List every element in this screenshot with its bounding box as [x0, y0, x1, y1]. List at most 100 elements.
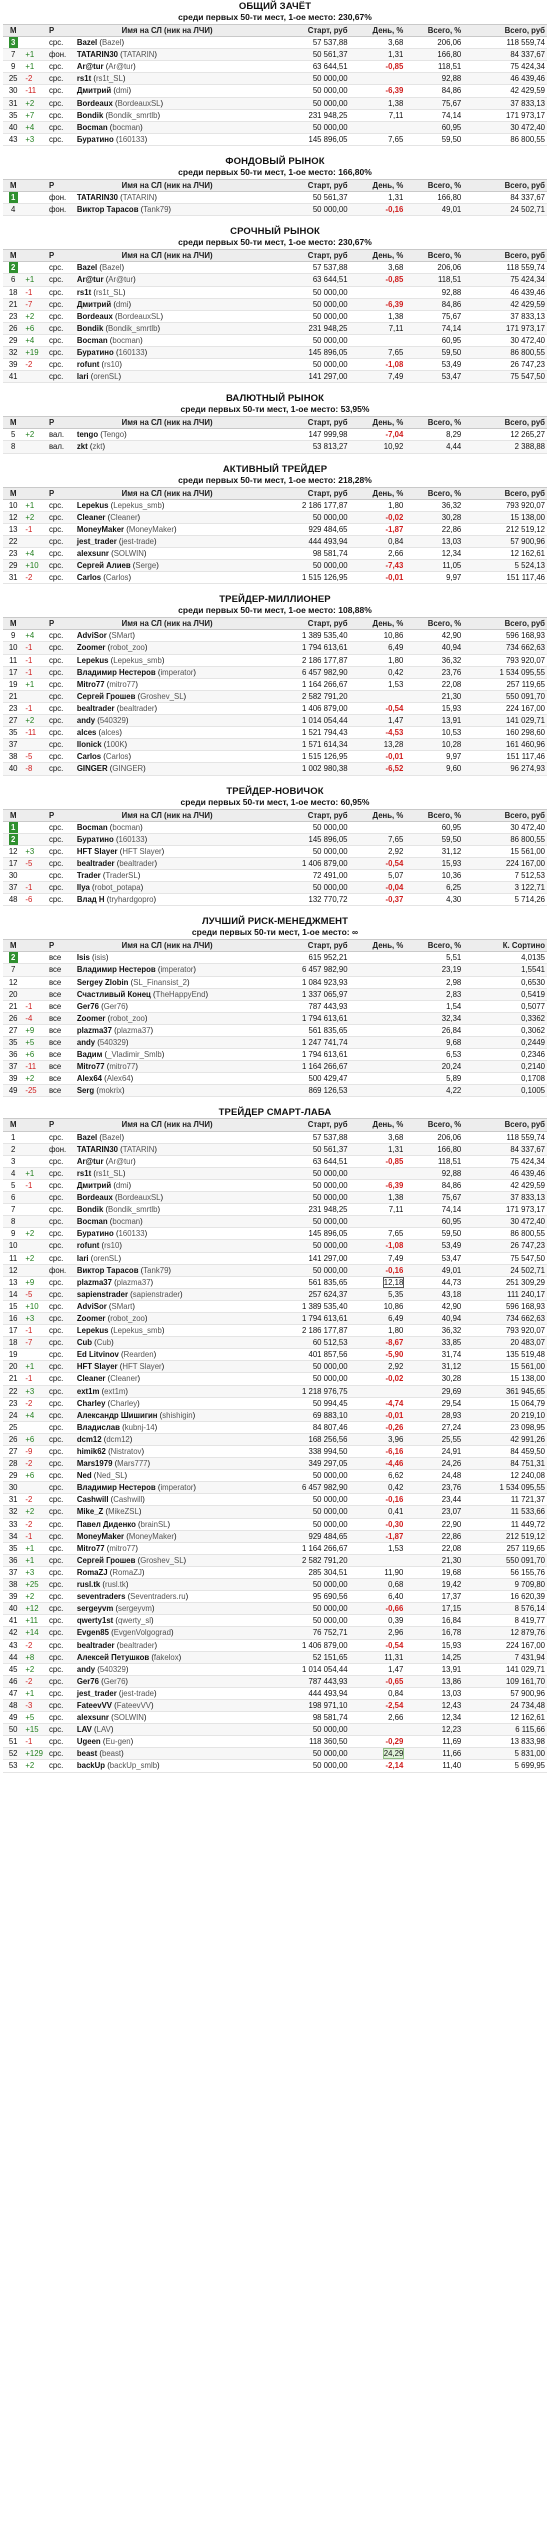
table-row[interactable]: 35 +7 срс. Bondik (Bondik_smrtlb) 231 948,25…	[3, 109, 547, 122]
participant-name[interactable]: Evgen85 (EvgenVolgograd)	[74, 1626, 260, 1640]
participant-name[interactable]: himik62 (Nistratov)	[74, 1445, 260, 1459]
participant-name[interactable]: Charley (Charley)	[74, 1397, 260, 1410]
table-row[interactable]: 23 +4 срс. alexsunr (SOLWIN) 98 581,74 2,66 12…	[3, 547, 547, 561]
participant-sl-name[interactable]: Lepekus	[77, 656, 109, 665]
table-row[interactable]: 19 +1 срс. Mitro77 (mitro77) 1 164 266,67 1,5…	[3, 678, 547, 691]
participant-sl-name[interactable]: Sergey Zlobin	[77, 978, 129, 987]
participant-name[interactable]: Bazel (Bazel)	[74, 261, 260, 275]
table-row[interactable]: 26 -4 все Zoomer (robot_zoo) 1 794 613,61 32,…	[3, 1012, 547, 1025]
table-row[interactable]: 27 -9 срс. himik62 (Nistratov) 338 994,50 -6,…	[3, 1445, 547, 1459]
table-row[interactable]: 43 +3 срс. Буратино (160133) 145 896,05 7,65 5…	[3, 133, 547, 146]
participant-sl-name[interactable]: andy	[77, 716, 95, 725]
participant-sl-name[interactable]: plazma37	[77, 1278, 112, 1287]
table-row[interactable]: 18 -1 срс. rs1t (rs1t_SL) 50 000,00 92,88 46 4…	[3, 286, 547, 299]
table-row[interactable]: 49 -25 все Serg (mokrix) 869 126,53 4,22 0,100…	[3, 1084, 547, 1098]
participant-name[interactable]: Ed Litvinov (Rearden)	[74, 1348, 260, 1362]
table-row[interactable]: 12 фон. Виктор Тарасов (Tank79) 50 000,00 -0…	[3, 1264, 547, 1277]
table-row[interactable]: 52 +129 срс. beast (beast) 50 000,00 24,29 11,…	[3, 1747, 547, 1761]
table-row[interactable]: 17 -5 срс. bealtrader (bealtrader) 1 406 879…	[3, 857, 547, 870]
table-row[interactable]: 32 +19 срс. Буратино (160133) 145 896,05 7,65…	[3, 346, 547, 360]
table-row[interactable]: 9 +2 срс. Буратино (160133) 145 896,05 7,65 59…	[3, 1227, 547, 1241]
participant-name[interactable]: plazma37 (plazma37)	[74, 1276, 260, 1289]
participant-sl-name[interactable]: Bocman	[77, 123, 108, 132]
table-row[interactable]: 51 -1 срс. Ugeen (Eu-gen) 118 360,50 -0,29 11,…	[3, 1735, 547, 1749]
table-row[interactable]: 23 -2 срс. Charley (Charley) 50 994,45 -4,74 2…	[3, 1397, 547, 1410]
table-row[interactable]: 9 +1 срс. Ar@tur (Ar@tur) 63 644,51 -0,85 118,…	[3, 60, 547, 74]
table-row[interactable]: 29 +4 срс. Bocman (bocman) 50 000,00 60,95 30 …	[3, 334, 547, 347]
participant-sl-name[interactable]: bealtrader	[77, 859, 115, 868]
participant-sl-name[interactable]: Буратино	[77, 1229, 114, 1238]
participant-sl-name[interactable]: FateevVV	[77, 1701, 112, 1710]
participant-sl-name[interactable]: Mitro77	[77, 1544, 105, 1553]
table-row[interactable]: 8 срс. Bocman (bocman) 50 000,00 60,95 30 472…	[3, 1215, 547, 1229]
participant-name[interactable]: Ned (Ned_SL)	[74, 1469, 260, 1483]
participant-sl-name[interactable]: Bazel	[77, 1133, 97, 1142]
participant-name[interactable]: Bordeaux (BordeauxSL)	[74, 310, 260, 323]
participant-sl-name[interactable]: Mike_Z	[77, 1507, 103, 1516]
participant-sl-name[interactable]: LAV	[77, 1725, 92, 1734]
table-row[interactable]: 21 -1 все Ger76 (Ger76) 787 443,93 1,54 0,5077	[3, 1000, 547, 1013]
table-row[interactable]: 3 срс. Ar@tur (Ar@tur) 63 644,51 -0,85 118,51…	[3, 1155, 547, 1168]
participant-sl-name[interactable]: AdviSor	[77, 1302, 107, 1311]
participant-sl-name[interactable]: dcm12	[77, 1435, 102, 1444]
table-row[interactable]: 1 срс. Bocman (bocman) 50 000,00 60,95 30 472…	[3, 821, 547, 834]
participant-sl-name[interactable]: plazma37	[77, 1026, 112, 1035]
participant-sl-name[interactable]: Виктор Тарасов	[77, 1266, 139, 1275]
participant-name[interactable]: Bocman (bocman)	[74, 121, 260, 134]
participant-name[interactable]: Trader (TraderSL)	[74, 869, 260, 883]
participant-name[interactable]: Буратино (160133)	[74, 1227, 260, 1241]
table-row[interactable]: 47 +1 срс. jest_trader (jest-trade) 444 493,…	[3, 1687, 547, 1700]
participant-sl-name[interactable]: Дмитрий	[77, 300, 111, 309]
participant-sl-name[interactable]: Алексей Петушков	[77, 1653, 149, 1662]
table-row[interactable]: 26 +6 срс. Bondik (Bondik_smrtlb) 231 948,25…	[3, 322, 547, 335]
table-row[interactable]: 46 -2 срс. Ger76 (Ger76) 787 443,93 -0,65 13,8…	[3, 1675, 547, 1688]
participant-name[interactable]: MoneyMaker (MoneyMaker)	[74, 1530, 260, 1543]
table-row[interactable]: 37 +3 срс. RomaZJ (RomaZJ) 285 304,51 11,90 19…	[3, 1566, 547, 1580]
participant-sl-name[interactable]: HFT Slayer	[77, 847, 118, 856]
participant-name[interactable]: Cleaner (Cleaner)	[74, 511, 260, 524]
table-row[interactable]: 4 фон. Виктор Тарасов (Tank79) 50 000,00 -0,…	[3, 203, 547, 217]
table-row[interactable]: 40 +12 срс. sergeyvm (sergeyvm) 50 000,00 -0,…	[3, 1602, 547, 1616]
participant-sl-name[interactable]: HFT Slayer	[77, 1362, 118, 1371]
participant-sl-name[interactable]: Буратино	[77, 348, 114, 357]
participant-name[interactable]: MoneyMaker (MoneyMaker)	[74, 523, 260, 536]
participant-sl-name[interactable]: bealtrader	[77, 1641, 115, 1650]
participant-sl-name[interactable]: Mitro77	[77, 680, 105, 689]
participant-name[interactable]: Ugeen (Eu-gen)	[74, 1735, 260, 1749]
participant-name[interactable]: Ger76 (Ger76)	[74, 1675, 260, 1688]
participant-name[interactable]: Влад Н (tryhardgopro)	[74, 893, 260, 907]
participant-name[interactable]: Mitro77 (mitro77)	[74, 678, 260, 691]
participant-name[interactable]: Павел Диденко (brainSL)	[74, 1518, 260, 1531]
participant-sl-name[interactable]: AdviSor	[77, 631, 107, 640]
participant-sl-name[interactable]: Mitro77	[77, 1062, 105, 1071]
table-row[interactable]: 25 срс. Владислав (kubnj-14) 84 807,46 -0,26…	[3, 1421, 547, 1434]
table-row[interactable]: 42 +14 срс. Evgen85 (EvgenVolgograd) 76 752,…	[3, 1626, 547, 1640]
table-row[interactable]: 13 -1 срс. MoneyMaker (MoneyMaker) 929 484,6…	[3, 523, 547, 536]
participant-name[interactable]: Bazel (Bazel)	[74, 1131, 260, 1144]
participant-sl-name[interactable]: Вадим	[77, 1050, 102, 1059]
table-row[interactable]: 35 +5 все andy (540329) 1 247 741,74 9,68 0,24…	[3, 1036, 547, 1050]
table-row[interactable]: 17 -1 срс. Владимир Нестеров (imperator) 6 4…	[3, 666, 547, 679]
table-row[interactable]: 9 +4 срс. AdviSor (SMart) 1 389 535,40 10,86 4…	[3, 629, 547, 643]
participant-sl-name[interactable]: rs1t	[77, 1169, 91, 1178]
participant-name[interactable]: Lepekus (Lepekus_smb)	[74, 499, 260, 512]
participant-name[interactable]: Bocman (bocman)	[74, 334, 260, 347]
participant-sl-name[interactable]: Bordeaux	[77, 312, 113, 321]
participant-sl-name[interactable]: backUp	[77, 1761, 105, 1770]
table-row[interactable]: 2 срс. Bazel (Bazel) 57 537,88 3,68 206,06 118…	[3, 261, 547, 275]
participant-name[interactable]: Владимир Нестеров (imperator)	[74, 1481, 260, 1495]
participant-name[interactable]: Lepekus (Lepekus_smb)	[74, 654, 260, 667]
participant-name[interactable]: backUp (backUp_smlb)	[74, 1759, 260, 1773]
table-row[interactable]: 21 срс. Сергей Грошев (Groshev_SL) 2 582 79…	[3, 690, 547, 703]
participant-sl-name[interactable]: Сергей Грошев	[77, 692, 136, 701]
participant-sl-name[interactable]: andy	[77, 1038, 95, 1047]
table-row[interactable]: 39 -2 срс. rofunt (rs10) 50 000,00 -1,08 53,49…	[3, 358, 547, 372]
participant-sl-name[interactable]: Bondik	[77, 324, 103, 333]
participant-sl-name[interactable]: Bondik	[77, 111, 103, 120]
participant-sl-name[interactable]: Ned	[77, 1471, 92, 1480]
table-row[interactable]: 21 -1 срс. Cleaner (Cleaner) 50 000,00 -0,02 3…	[3, 1372, 547, 1386]
participant-name[interactable]: Carlos (Carlos)	[74, 571, 260, 585]
table-row[interactable]: 10 -1 срс. Zoomer (robot_zoo) 1 794 613,61 6,…	[3, 641, 547, 655]
participant-name[interactable]: Carlos (Carlos)	[74, 750, 260, 764]
participant-name[interactable]: rs1t (rs1t_SL)	[74, 1167, 260, 1180]
